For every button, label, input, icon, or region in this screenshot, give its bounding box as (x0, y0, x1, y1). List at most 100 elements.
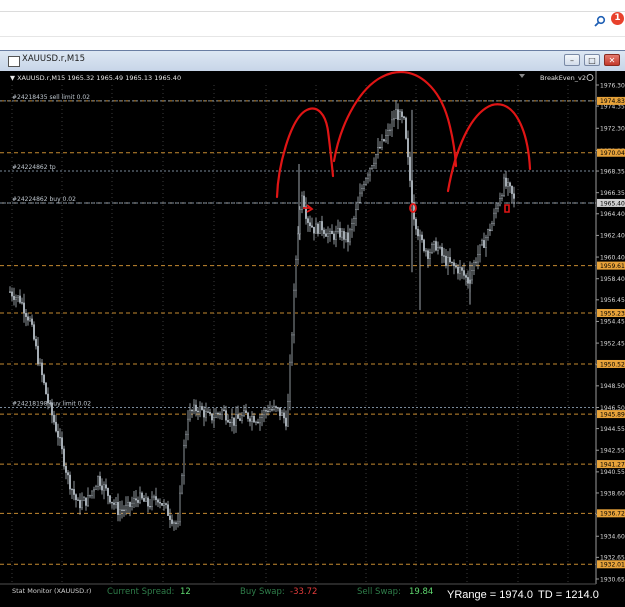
stat-monitor-label: Stat Monitor (XAUUSD.r) (12, 587, 91, 595)
candle-body (155, 496, 157, 500)
candle-body (61, 437, 63, 450)
candle-body (503, 177, 505, 196)
yrange-readout: YRange = 1974.0 (447, 589, 533, 601)
price-tick-label: 1938.60 (600, 490, 625, 497)
maximize-button[interactable]: □ (584, 54, 600, 66)
candle-body (405, 117, 407, 139)
candle-body (157, 499, 159, 503)
candle-body (75, 494, 77, 501)
candle-body (299, 209, 301, 235)
candle-body (501, 195, 503, 199)
candle-body (81, 500, 83, 509)
price-chart[interactable]: #24218435 sell limit 0.02 #24224862 tp #24… (0, 71, 625, 607)
candle-body (193, 404, 195, 412)
candle-body (167, 504, 169, 516)
candle-body (199, 406, 201, 413)
candle-body (251, 416, 253, 422)
notification-badge[interactable]: 1 (611, 12, 624, 25)
candle-body (125, 504, 127, 511)
price-tick-label: 1960.40 (600, 254, 625, 261)
candle-body (401, 111, 403, 117)
candle-body (461, 267, 463, 271)
candle-body (487, 229, 489, 238)
price-highlight-label: 1965.40 (600, 200, 625, 207)
price-tick-label: 1930.65 (600, 576, 625, 583)
candle-body (229, 421, 231, 424)
candle-body (485, 237, 487, 248)
candle-body (279, 407, 281, 416)
candle-body (505, 177, 507, 187)
price-tick-label: 1968.35 (600, 168, 625, 175)
candle-body (309, 222, 311, 227)
search-icon[interactable] (594, 15, 606, 27)
close-icon: ✕ (608, 56, 616, 65)
price-tick-label: 1956.45 (600, 297, 625, 304)
candle-body (377, 147, 379, 155)
price-tick-label: 1958.40 (600, 276, 625, 283)
candle-body (351, 223, 353, 231)
close-button[interactable]: ✕ (604, 54, 620, 66)
window-titlebar[interactable]: XAUUSD.r,M15 – □ ✕ (0, 51, 625, 72)
candle-body (105, 484, 107, 489)
candle-body (451, 261, 453, 263)
candle-body (99, 476, 101, 486)
minimize-button[interactable]: – (564, 54, 580, 66)
candle-body (235, 414, 237, 426)
candle-body (219, 413, 221, 415)
candle-body (9, 291, 11, 293)
candle-body (445, 255, 447, 266)
candle-body (273, 406, 275, 410)
candle-body (257, 421, 259, 424)
candle-body (103, 484, 105, 491)
candle-body (509, 182, 511, 187)
status-bar: Stat Monitor (XAUUSD.r) Current Spread: … (0, 583, 599, 607)
candle-body (165, 503, 167, 505)
candle-body (429, 252, 431, 259)
candle-body (209, 411, 211, 414)
candle-body (513, 193, 515, 199)
candle-body (311, 225, 313, 228)
candle-body (109, 495, 111, 503)
candle-body (263, 410, 265, 416)
candle-body (497, 204, 499, 209)
candle-body (225, 410, 227, 421)
candle-body (417, 228, 419, 237)
candle-body (149, 505, 151, 508)
candle-body (249, 418, 251, 422)
candle-body (507, 182, 509, 187)
price-tick-label: 1976.30 (600, 82, 625, 89)
candle-body (45, 382, 47, 395)
candle-body (33, 324, 35, 340)
candle-body (511, 185, 513, 194)
candle-body (85, 497, 87, 506)
candle-body (339, 228, 341, 238)
candle-body (427, 250, 429, 259)
candle-body (57, 430, 59, 438)
candle-body (385, 135, 387, 142)
candle-body (93, 489, 95, 492)
candle-body (191, 409, 193, 412)
candle-body (243, 410, 245, 416)
candle-body (315, 223, 317, 234)
candle-body (139, 492, 141, 503)
candle-body (41, 362, 43, 376)
candle-body (449, 257, 451, 263)
candle-body (317, 223, 319, 234)
price-axis: 1976.301974.351972.301970.251968.351966.… (596, 71, 625, 607)
sell-swap-value: 19.84 (409, 587, 433, 597)
candle-body (289, 361, 291, 402)
candle-body (187, 418, 189, 435)
sell-swap-label: Sell Swap: (357, 587, 401, 597)
spread-value: 12 (180, 587, 191, 597)
candle-body (159, 502, 161, 504)
candle-body (145, 497, 147, 502)
candle-body (323, 229, 325, 234)
price-tick-label: 1964.40 (600, 211, 625, 218)
candle-body (95, 486, 97, 490)
candle-body (393, 118, 395, 121)
candle-body (59, 437, 61, 439)
candle-body (395, 109, 397, 119)
candle-body (297, 233, 299, 260)
candle-body (275, 406, 277, 408)
candle-body (407, 138, 409, 158)
